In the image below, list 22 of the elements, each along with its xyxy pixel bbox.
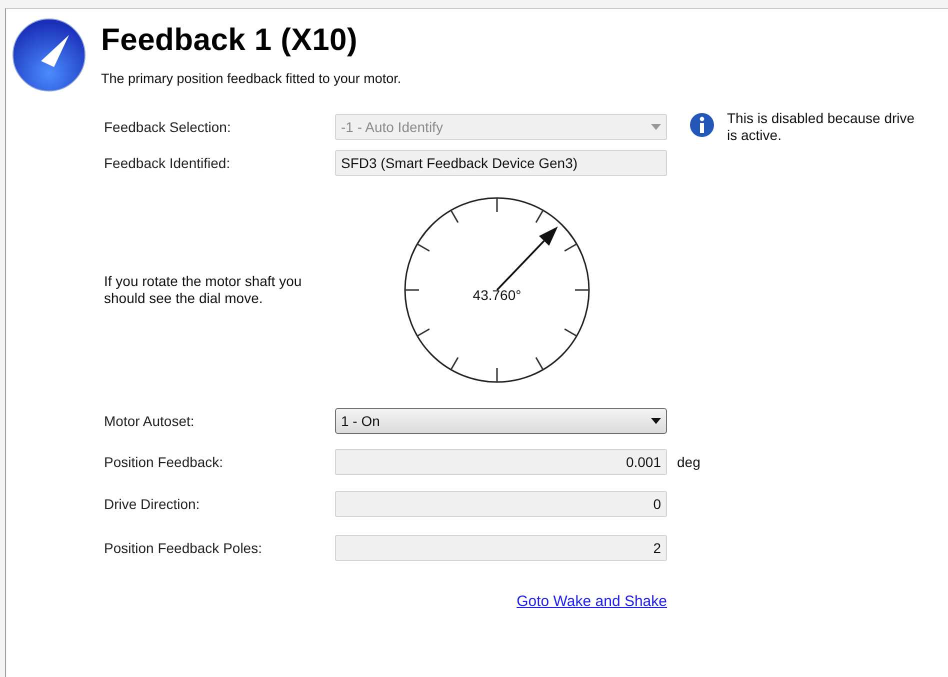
info-note: This is disabled because drive is active.	[727, 110, 916, 144]
readout-field: 0.001	[335, 449, 667, 475]
wake-and-shake-link[interactable]: Goto Wake and Shake	[516, 593, 667, 610]
readout-field: 2	[335, 535, 667, 561]
field-label: Drive Direction:	[104, 496, 201, 512]
readout-field: 0	[335, 491, 667, 517]
field-label: Position Feedback Poles:	[104, 540, 263, 556]
field-label: Position Feedback:	[104, 454, 224, 470]
dial-reading: 43.760°	[472, 287, 522, 303]
field-label: Feedback Identified:	[104, 155, 232, 171]
unit-label: deg	[677, 454, 700, 470]
field-label: Feedback Selection:	[104, 119, 232, 135]
page-subtitle: The primary position feedback fitted to your motor.	[101, 71, 402, 86]
page-title: Feedback 1 (X10)	[101, 22, 358, 58]
feedback-identified-field: SFD3 (Smart Feedback Device Gen3)	[335, 150, 667, 176]
field-label: Motor Autoset:	[104, 413, 196, 429]
dial-hint: If you rotate the motor shaft you should see the dial move.	[104, 273, 303, 307]
info-icon	[689, 112, 715, 138]
motor-autoset-dropdown[interactable]: 1 - On	[335, 408, 667, 434]
compass-logo-icon	[11, 17, 87, 93]
caret-icon	[651, 124, 661, 130]
caret-icon	[651, 418, 661, 424]
